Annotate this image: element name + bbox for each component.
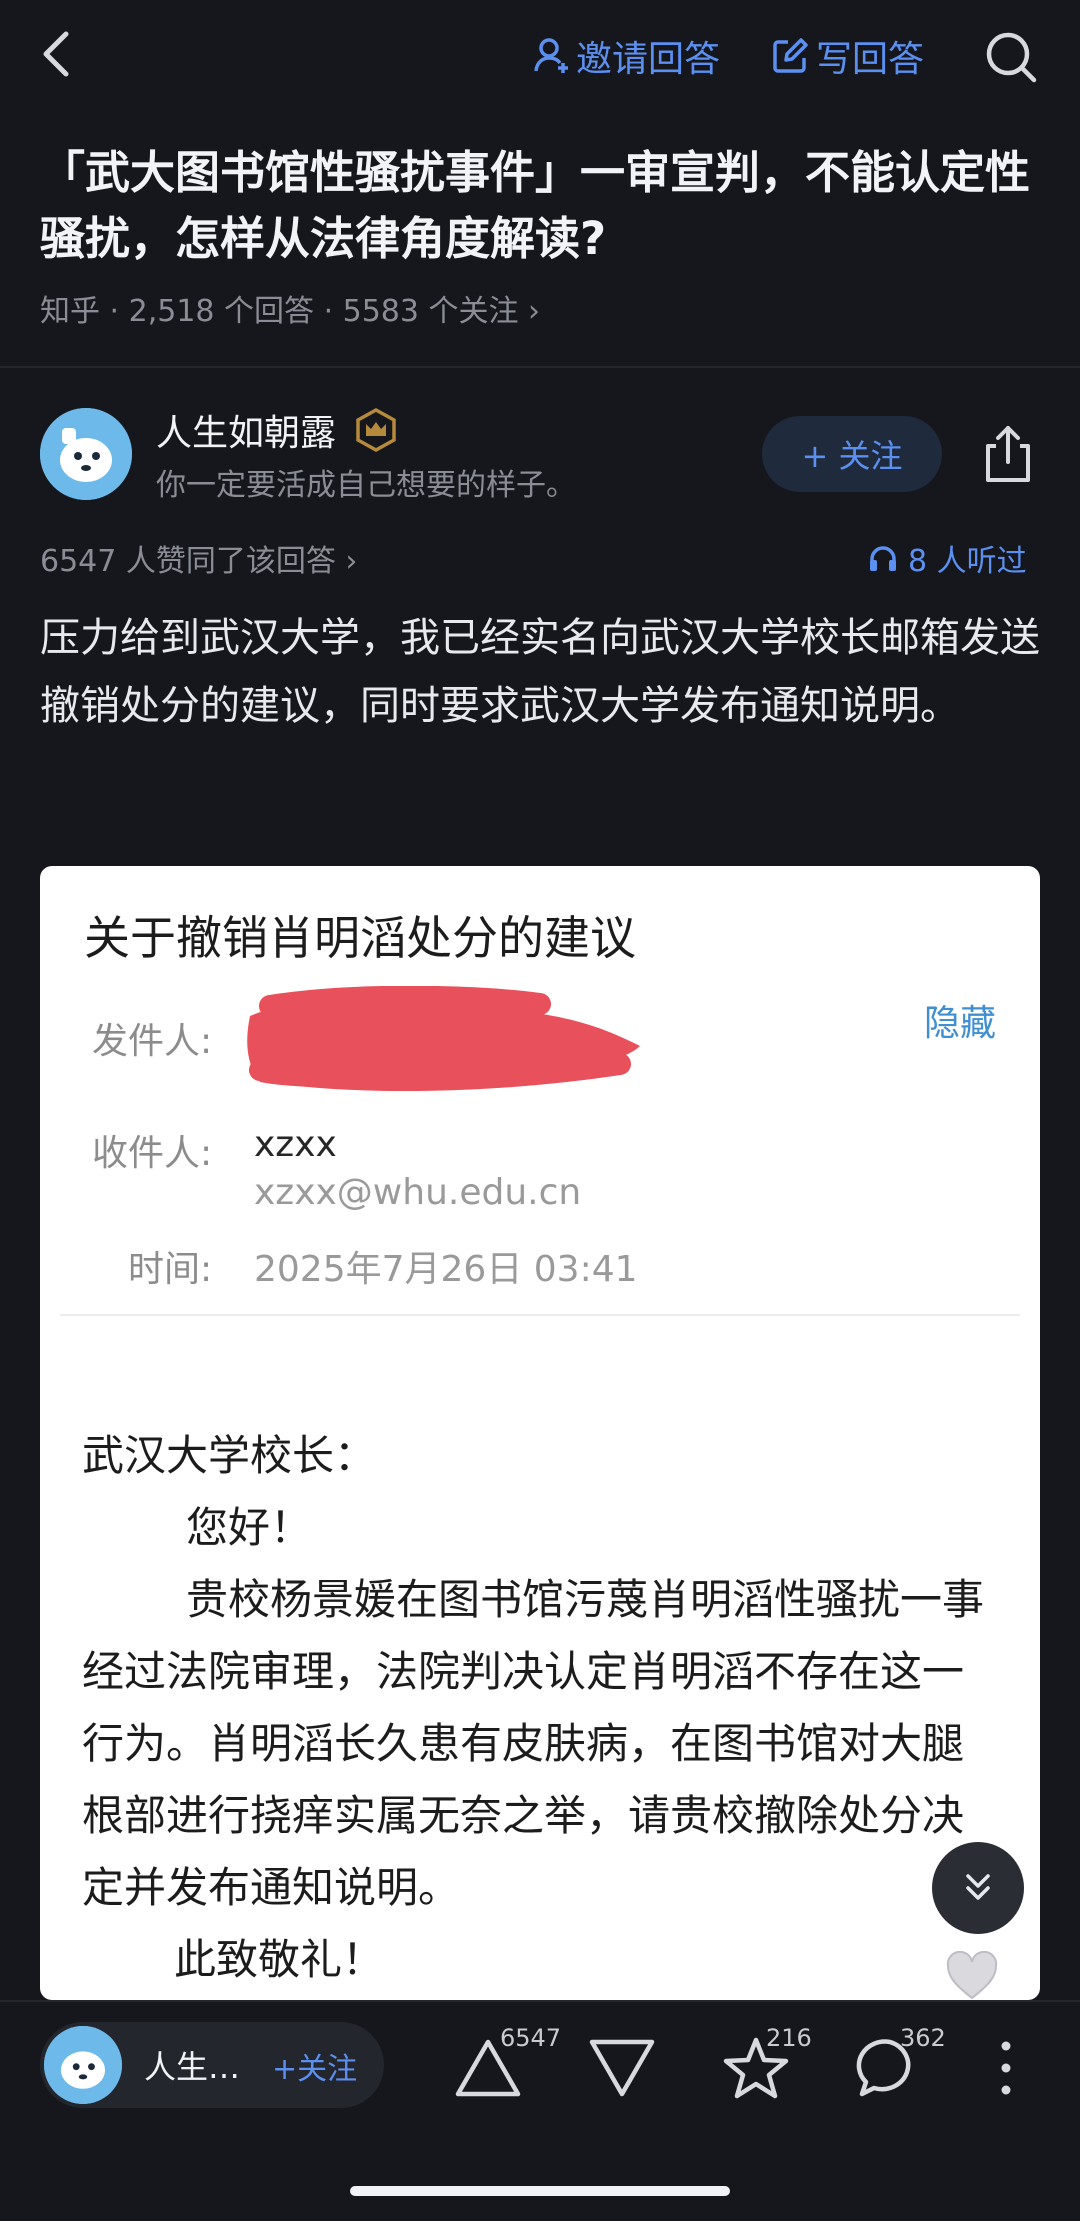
divider [0, 366, 1080, 368]
hide-details-link[interactable]: 隐藏 [924, 994, 996, 1046]
back-arrow-icon[interactable] [30, 26, 86, 82]
upvote-count: 6547 [500, 2024, 562, 2052]
share-icon[interactable] [980, 424, 1036, 484]
more-icon[interactable] [966, 2028, 1046, 2108]
bottom-follow-button[interactable]: +关注 [272, 2044, 357, 2088]
recipient-name: xzxx [254, 1124, 337, 1165]
question-meta[interactable]: 知乎 · 2,518 个回答 · 5583 个关注 › [40, 286, 540, 330]
follow-label: + 关注 [801, 437, 903, 475]
invite-answer-label: 邀请回答 [576, 39, 721, 80]
email-body: 武汉大学校长： 您好！ 贵校杨景媛在图书馆污蔑肖明滔性骚扰一事经过法院审理，法院… [82, 1420, 1002, 1996]
recipient-email: xzxx@whu.edu.cn [254, 1172, 582, 1213]
favorite-count: 216 [766, 2024, 812, 2052]
author-name[interactable]: 人生如朝露 [156, 404, 336, 456]
edit-icon [773, 38, 808, 73]
avatar[interactable] [40, 408, 132, 500]
email-divider [60, 1314, 1020, 1316]
sender-label: 发件人: [92, 1021, 213, 1062]
top-bar: 邀请回答 写回答 [0, 0, 1080, 112]
question-title[interactable]: 「武大图书馆性骚扰事件」一审宣判，不能认定性骚扰，怎样从法律角度解读? [40, 140, 1040, 272]
recipient-label: 收件人: [92, 1133, 213, 1174]
email-subject: 关于撤销肖明滔处分的建议 [84, 911, 636, 965]
invite-person-icon [534, 38, 568, 73]
avatar-image [44, 2026, 122, 2104]
time-label: 时间: [128, 1249, 213, 1290]
answer-text: 压力给到武汉大学，我已经实名向武汉大学校长邮箱发送撤销处分的建议，同时要求武汉大… [40, 615, 1040, 729]
email-salutation: 武汉大学校长： [82, 1431, 377, 1480]
upvote-summary[interactable]: 6547 人赞同了该回答 › [40, 536, 357, 580]
write-answer-button[interactable]: 写回答 [772, 30, 924, 82]
author-signature: 你一定要活成自己想要的样子。 [156, 468, 576, 503]
invite-answer-button[interactable]: 邀请回答 [534, 30, 720, 82]
email-greeting: 您好！ [186, 1503, 313, 1552]
comment-count: 362 [900, 2024, 946, 2052]
email-paragraph: 贵校杨景媛在图书馆污蔑肖明滔性骚扰一事经过法院审理，法院判决认定肖明滔不存在这一… [82, 1575, 985, 1912]
email-closing: 此致敬礼！ [174, 1935, 385, 1984]
avatar-image [40, 408, 132, 500]
email-screenshot[interactable]: 关于撤销肖明滔处分的建议 发件人: 隐藏 收件人: xzxx xzxx@whu.… [40, 866, 1040, 2000]
bottom-author-name[interactable]: 人生… [144, 2042, 240, 2088]
crown-badge-icon [356, 408, 396, 452]
headphones-icon [870, 546, 896, 571]
downvote-icon[interactable] [582, 2028, 662, 2108]
listen-count-label: 8 人听过 [908, 544, 1027, 579]
listen-count[interactable]: 8 人听过 [868, 536, 1027, 580]
follow-button[interactable]: + 关注 [762, 416, 942, 492]
bottom-avatar[interactable] [44, 2026, 122, 2104]
collapse-button[interactable] [932, 1842, 1024, 1934]
heart-icon[interactable] [944, 1950, 1000, 2002]
redaction-mark [247, 986, 640, 1091]
home-indicator[interactable] [350, 2186, 730, 2196]
author-pill[interactable]: 人生… +关注 [40, 2022, 384, 2108]
search-icon[interactable] [982, 28, 1038, 84]
time-value: 2025年7月26日 03:41 [254, 1249, 638, 1290]
double-chevron-down-icon [966, 1874, 990, 1900]
write-answer-label: 写回答 [816, 39, 925, 80]
